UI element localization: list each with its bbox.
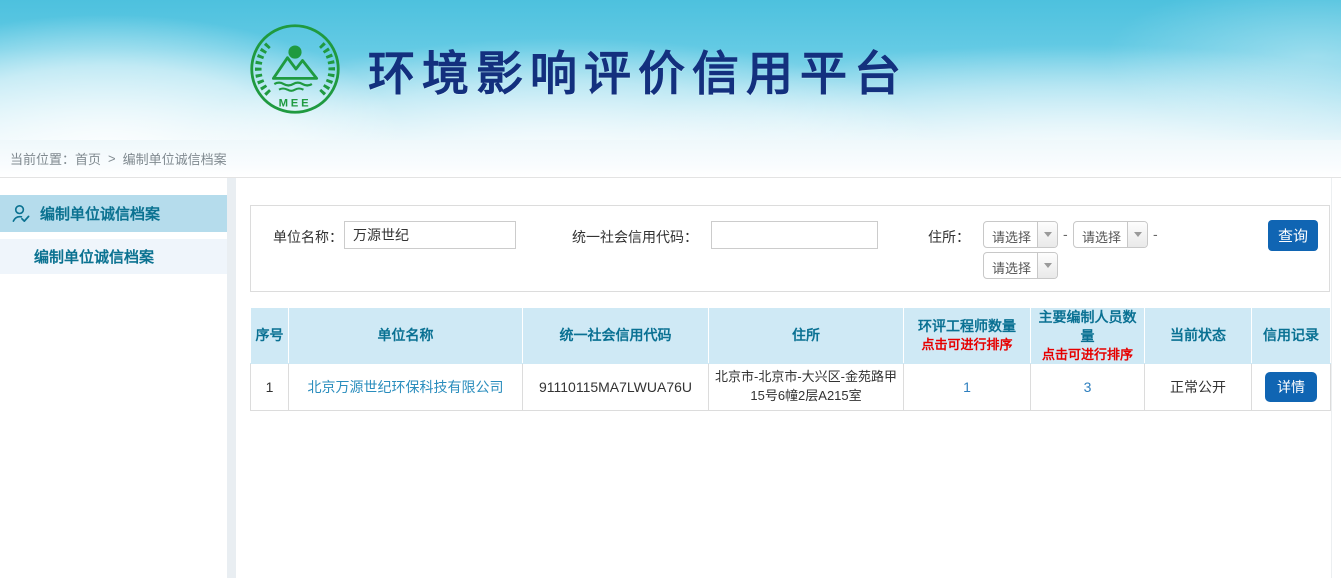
breadcrumb-home-link[interactable]: 首页 bbox=[75, 149, 101, 168]
sidebar-divider bbox=[227, 178, 236, 578]
breadcrumb-separator: > bbox=[108, 151, 116, 166]
header-name: 单位名称 bbox=[289, 308, 523, 364]
breadcrumb: 当前位置： 首页 > 编制单位诚信档案 bbox=[0, 140, 1341, 178]
breadcrumb-current: 编制单位诚信档案 bbox=[123, 149, 227, 168]
city-select[interactable]: 请选择 bbox=[1073, 221, 1148, 248]
cell-credit-code: 91110115MA7LWUA76U bbox=[523, 364, 709, 411]
unit-name-input[interactable] bbox=[344, 221, 516, 249]
cell-status: 正常公开 bbox=[1145, 364, 1252, 411]
mee-logo-icon: MEE bbox=[248, 22, 342, 116]
cell-seq: 1 bbox=[251, 364, 289, 411]
svg-text:MEE: MEE bbox=[279, 98, 312, 110]
main-area: 编制单位诚信档案 编制单位诚信档案 单位名称： 统一社会信用代码： 住所： 请选… bbox=[0, 178, 1332, 578]
address-dash-1: - bbox=[1063, 226, 1068, 242]
chevron-down-icon[interactable] bbox=[1037, 253, 1057, 278]
staff-sort-button[interactable]: 点击可进行排序 bbox=[1033, 346, 1142, 364]
address-dash-2: - bbox=[1153, 226, 1158, 242]
header-staff: 主要编制人员数量 点击可进行排序 bbox=[1031, 308, 1145, 364]
district-select[interactable]: 请选择 bbox=[983, 252, 1058, 279]
header-address: 住所 bbox=[709, 308, 904, 364]
credit-code-label: 统一社会信用代码： bbox=[572, 227, 698, 247]
sidebar-item-credit-archive[interactable]: 编制单位诚信档案 bbox=[0, 195, 227, 232]
chevron-down-icon[interactable] bbox=[1037, 222, 1057, 247]
engineers-count-link[interactable]: 1 bbox=[963, 379, 971, 395]
sidebar-main-label: 编制单位诚信档案 bbox=[40, 203, 160, 224]
detail-button[interactable]: 详情 bbox=[1265, 372, 1317, 402]
unit-name-label: 单位名称： bbox=[273, 227, 343, 247]
cell-address: 北京市-北京市-大兴区-金苑路甲15号6幢2层A215室 bbox=[709, 364, 904, 411]
credit-code-input[interactable] bbox=[711, 221, 878, 249]
site-banner: MEE 环境影响评价信用平台 bbox=[0, 0, 1341, 140]
province-select-value: 请选择 bbox=[984, 222, 1037, 247]
page-title: 环境影响评价信用平台 bbox=[368, 35, 908, 104]
company-name-link[interactable]: 北京万源世纪环保科技有限公司 bbox=[308, 379, 504, 395]
table-row: 1 北京万源世纪环保科技有限公司 91110115MA7LWUA76U 北京市-… bbox=[251, 364, 1331, 411]
province-select[interactable]: 请选择 bbox=[983, 221, 1058, 248]
sidebar-sub-label: 编制单位诚信档案 bbox=[34, 246, 154, 267]
chevron-down-icon[interactable] bbox=[1127, 222, 1147, 247]
breadcrumb-prefix: 当前位置： bbox=[10, 149, 75, 168]
engineers-sort-button[interactable]: 点击可进行排序 bbox=[906, 336, 1028, 354]
query-button[interactable]: 查询 bbox=[1268, 220, 1318, 251]
city-select-value: 请选择 bbox=[1074, 222, 1127, 247]
results-table: 序号 单位名称 统一社会信用代码 住所 环评工程师数量 点击可进行排序 主要编制… bbox=[250, 307, 1331, 411]
district-select-value: 请选择 bbox=[984, 253, 1037, 278]
sidebar-subitem-credit-archive[interactable]: 编制单位诚信档案 bbox=[0, 239, 227, 274]
staff-count-link[interactable]: 3 bbox=[1084, 379, 1092, 395]
header-status: 当前状态 bbox=[1145, 308, 1252, 364]
header-seq: 序号 bbox=[251, 308, 289, 364]
header-engineers-title: 环评工程师数量 bbox=[918, 318, 1016, 334]
content-area: 单位名称： 统一社会信用代码： 住所： 请选择 - 请选择 - 请选择 查询 bbox=[236, 178, 1331, 578]
header-code: 统一社会信用代码 bbox=[523, 308, 709, 364]
address-label: 住所： bbox=[928, 227, 970, 247]
table-header-row: 序号 单位名称 统一社会信用代码 住所 环评工程师数量 点击可进行排序 主要编制… bbox=[251, 308, 1331, 364]
header-engineers: 环评工程师数量 点击可进行排序 bbox=[904, 308, 1031, 364]
search-panel: 单位名称： 统一社会信用代码： 住所： 请选择 - 请选择 - 请选择 查询 bbox=[250, 205, 1330, 292]
header-record: 信用记录 bbox=[1252, 308, 1331, 364]
user-check-icon bbox=[10, 203, 31, 224]
sidebar: 编制单位诚信档案 编制单位诚信档案 bbox=[0, 178, 227, 578]
header-staff-title: 主要编制人员数量 bbox=[1039, 309, 1137, 344]
